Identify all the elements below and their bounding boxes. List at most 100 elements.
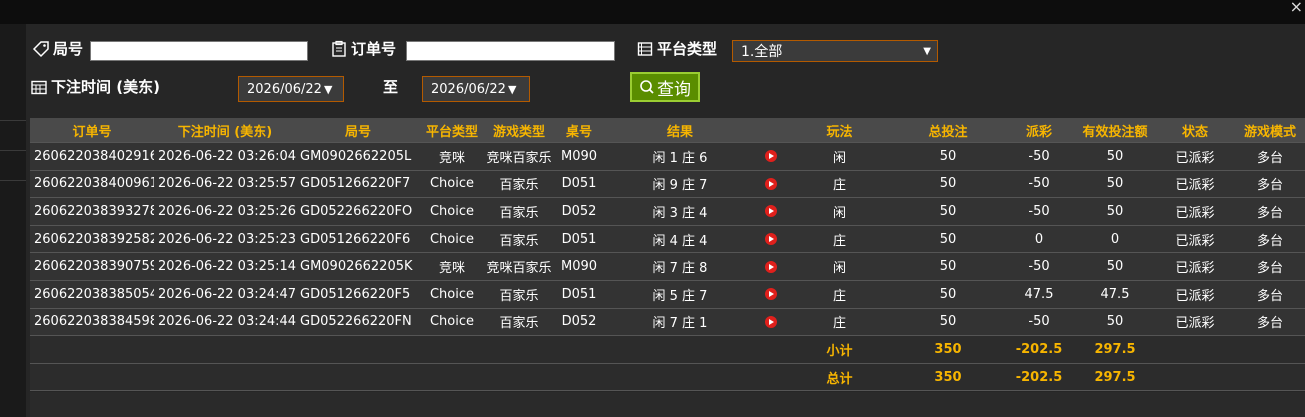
summary-valid: 297.5 (1075, 363, 1155, 392)
valid-bet-cell: 47.5 (1075, 280, 1155, 309)
play-cell: 闲 (786, 197, 893, 226)
header-col-round: 局号 (296, 118, 420, 143)
search-icon (640, 80, 654, 94)
calendar-icon (31, 80, 47, 94)
replay (756, 308, 786, 337)
play-video-icon[interactable] (765, 288, 777, 301)
bet-time-cell: 2026-06-22 03:26:04 (154, 142, 296, 171)
valid-bet-cell: 50 (1075, 170, 1155, 199)
summary-empty-cell (1155, 335, 1235, 364)
summary-empty-cell (484, 335, 554, 364)
game-type-cell: 百家乐 (484, 197, 554, 226)
platform-cell: Choice (420, 225, 484, 254)
order-id-cell: 260622038400961 (30, 170, 154, 199)
summary-empty-cell (1235, 335, 1305, 364)
platform-select[interactable]: 1.全部 ▼ (732, 40, 938, 62)
bet-time-cell: 2026-06-22 03:24:44 (154, 308, 296, 337)
header-col-game: 游戏类型 (484, 118, 554, 143)
order-id-cell: 260622038385054 (30, 280, 154, 309)
play-video-icon[interactable] (765, 315, 777, 328)
valid-bet-cell: 50 (1075, 197, 1155, 226)
date-from-picker[interactable]: 2026/06/22 ▼ (238, 76, 344, 102)
order-id-cell: 260622038384598 (30, 308, 154, 337)
platform-filter-label: 平台类型 (636, 38, 717, 59)
play-video-icon[interactable] (765, 233, 777, 246)
summary-label: 小计 (786, 335, 893, 364)
tag-icon (32, 40, 49, 57)
summary-empty-cell (604, 363, 756, 392)
play-video-icon[interactable] (765, 150, 777, 163)
close-icon[interactable]: × (1290, 0, 1303, 16)
play-video-icon[interactable] (765, 177, 777, 190)
header-col-valid: 有效投注额 (1075, 118, 1155, 143)
summary-empty-cell (554, 363, 604, 392)
to-label: 至 (383, 78, 399, 96)
valid-bet-cell: 50 (1075, 252, 1155, 281)
platform-cell: Choice (420, 197, 484, 226)
mode-cell: 多台 (1235, 225, 1305, 254)
game-type-cell: 百家乐 (484, 170, 554, 199)
play-video-icon[interactable] (765, 205, 777, 218)
order-id-cell: 260622038390759 (30, 252, 154, 281)
bet-time-cell: 2026-06-22 03:25:23 (154, 225, 296, 254)
result-cell: 闲 1 庄 6 (604, 142, 756, 171)
query-button[interactable]: 查询 (630, 72, 700, 102)
payout-cell: 0 (1003, 225, 1075, 254)
caret-down-icon: ▼ (323, 82, 333, 96)
play-cell: 闲 (786, 142, 893, 171)
caret-down-icon: ▼ (507, 82, 517, 96)
round-id-cell: GM0902662205L (296, 142, 420, 171)
game-type-cell: 百家乐 (484, 308, 554, 337)
mode-cell: 多台 (1235, 197, 1305, 226)
table-row: 260622038400961 2026-06-22 03:25:57 GD0512… (30, 170, 1305, 199)
result-cell: 闲 7 庄 1 (604, 308, 756, 337)
play-cell: 庄 (786, 280, 893, 309)
result-cell: 闲 4 庄 4 (604, 225, 756, 254)
date-to-picker[interactable]: 2026/06/22 ▼ (422, 76, 530, 102)
bet-time-cell: 2026-06-22 03:25:26 (154, 197, 296, 226)
order-id-cell: 260622038393278 (30, 197, 154, 226)
summary-empty-cell (420, 335, 484, 364)
result-cell: 闲 5 庄 7 (604, 280, 756, 309)
status-cell: 已派彩 (1155, 142, 1235, 171)
mode-cell: 多台 (1235, 142, 1305, 171)
header-col-status: 状态 (1155, 118, 1235, 143)
valid-bet-cell: 50 (1075, 142, 1155, 171)
summary-empty-cell (30, 335, 154, 364)
payout-cell: -50 (1003, 142, 1075, 171)
order-input[interactable] (406, 41, 615, 61)
round-filter-label: 局号 (32, 38, 83, 59)
status-cell: 已派彩 (1155, 280, 1235, 309)
game-type-cell: 百家乐 (484, 280, 554, 309)
replay (756, 197, 786, 226)
replay (756, 142, 786, 171)
order-id-cell: 260622038402916 (30, 142, 154, 171)
summary-empty-cell (756, 335, 786, 364)
table-row: 260622038385054 2026-06-22 03:24:47 GD0512… (30, 280, 1305, 309)
table-row: 260622038402916 2026-06-22 03:26:04 GM0902… (30, 142, 1305, 171)
summary-empty-cell (296, 363, 420, 392)
summary-empty-cell (1235, 363, 1305, 392)
result-cell: 闲 3 庄 4 (604, 197, 756, 226)
valid-bet-cell: 0 (1075, 225, 1155, 254)
summary-valid: 297.5 (1075, 335, 1155, 364)
round-input[interactable] (90, 41, 308, 61)
bet-cell: 50 (893, 170, 1003, 199)
header-col-mode: 游戏模式 (1235, 118, 1305, 143)
header-col-replay (756, 118, 786, 143)
bet-cell: 50 (893, 252, 1003, 281)
platform-cell: Choice (420, 170, 484, 199)
time-filter-label: 下注时间 (美东) (30, 76, 160, 97)
payout-cell: 47.5 (1003, 280, 1075, 309)
table-no-cell: D051 (554, 280, 604, 309)
game-type-cell: 竞咪百家乐 (484, 142, 554, 171)
header-col-payout: 派彩 (1003, 118, 1075, 143)
platform-cell: Choice (420, 280, 484, 309)
payout-cell: -50 (1003, 252, 1075, 281)
header-col-result: 结果 (604, 118, 756, 143)
game-type-cell: 百家乐 (484, 225, 554, 254)
play-cell: 庄 (786, 170, 893, 199)
table-no-cell: D051 (554, 170, 604, 199)
play-video-icon[interactable] (765, 260, 777, 273)
header-col-bet: 总投注 (893, 118, 1003, 143)
